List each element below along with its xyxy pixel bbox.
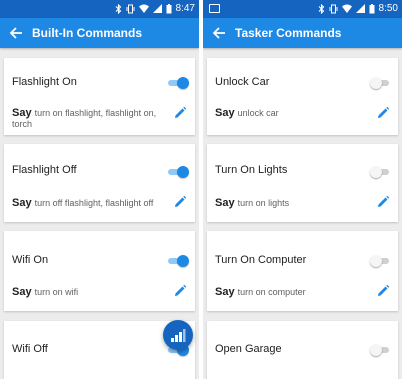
wifi-icon bbox=[341, 4, 352, 13]
phrase-text: turn off flashlight, flashlight off bbox=[34, 198, 154, 208]
arrow-back-icon[interactable] bbox=[211, 25, 227, 41]
say-phrase: Say unlock car bbox=[215, 108, 365, 119]
arrow-back-icon[interactable] bbox=[8, 25, 24, 41]
command-title: Wifi On bbox=[12, 254, 49, 266]
cell-signal-icon bbox=[355, 4, 365, 13]
command-card[interactable]: Open Garage bbox=[207, 321, 398, 379]
pencil-icon[interactable] bbox=[376, 195, 390, 209]
say-phrase: Say turn on lights bbox=[215, 198, 365, 209]
say-label: Say bbox=[215, 286, 235, 298]
image-notification-icon bbox=[209, 4, 220, 13]
command-card[interactable]: Flashlight Off Say turn off flashlight, f… bbox=[4, 144, 195, 222]
wifi-icon bbox=[138, 4, 149, 13]
signal-icon bbox=[171, 329, 186, 342]
phrase-text: turn on computer bbox=[237, 287, 306, 297]
say-label: Say bbox=[12, 286, 32, 298]
app-bar: Built-In Commands bbox=[0, 18, 199, 48]
vibrate-icon bbox=[329, 4, 338, 13]
bluetooth-icon bbox=[318, 3, 324, 14]
command-toggle[interactable] bbox=[167, 255, 189, 267]
status-bar: 8:50 bbox=[203, 0, 402, 18]
battery-icon bbox=[369, 3, 375, 13]
say-phrase: Say turn on computer bbox=[215, 287, 365, 298]
say-label: Say bbox=[12, 197, 32, 209]
tasker-commands-screen: 8:50 Tasker Commands Unlock Car Say unloc… bbox=[203, 0, 402, 379]
command-toggle[interactable] bbox=[167, 77, 189, 89]
say-label: Say bbox=[215, 107, 235, 119]
status-time: 8:50 bbox=[378, 3, 398, 14]
bluetooth-icon bbox=[115, 3, 121, 14]
command-title: Turn On Lights bbox=[215, 164, 288, 176]
built-in-commands-screen: 8:47 Built-In Commands Flashlight On Say… bbox=[0, 0, 199, 379]
app-bar: Tasker Commands bbox=[203, 18, 402, 48]
say-label: Say bbox=[12, 107, 32, 119]
status-bar: 8:47 bbox=[0, 0, 199, 18]
pencil-icon[interactable] bbox=[376, 106, 390, 120]
vibrate-icon bbox=[126, 4, 135, 13]
command-toggle[interactable] bbox=[370, 166, 392, 178]
command-toggle[interactable] bbox=[167, 166, 189, 178]
command-card[interactable]: Wifi On Say turn on wifi bbox=[4, 231, 195, 311]
command-toggle[interactable] bbox=[370, 344, 392, 356]
command-toggle[interactable] bbox=[370, 77, 392, 89]
pencil-icon[interactable] bbox=[173, 195, 187, 209]
command-card[interactable]: Turn On Lights Say turn on lights bbox=[207, 144, 398, 222]
status-time: 8:47 bbox=[175, 3, 195, 14]
say-phrase: Say turn on flashlight, flashlight on, to… bbox=[12, 108, 162, 130]
command-title: Unlock Car bbox=[215, 76, 270, 88]
phrase-text: turn on wifi bbox=[34, 287, 79, 297]
status-icons: 8:47 bbox=[115, 3, 195, 14]
battery-icon bbox=[166, 3, 172, 13]
command-title: Open Garage bbox=[215, 343, 282, 355]
pencil-icon[interactable] bbox=[173, 106, 187, 120]
status-icons: 8:50 bbox=[318, 3, 398, 14]
say-phrase: Say turn off flashlight, flashlight off bbox=[12, 198, 162, 209]
command-title: Wifi Off bbox=[12, 343, 48, 355]
command-title: Flashlight On bbox=[12, 76, 77, 88]
command-toggle[interactable] bbox=[370, 255, 392, 267]
pencil-icon[interactable] bbox=[173, 284, 187, 298]
say-label: Say bbox=[215, 197, 235, 209]
say-phrase: Say turn on wifi bbox=[12, 287, 162, 298]
command-card[interactable]: Unlock Car Say unlock car bbox=[207, 58, 398, 135]
phrase-text: turn on lights bbox=[237, 198, 290, 208]
fab-button[interactable] bbox=[163, 320, 193, 350]
command-card[interactable]: Flashlight On Say turn on flashlight, fla… bbox=[4, 58, 195, 135]
command-title: Flashlight Off bbox=[12, 164, 77, 176]
page-title: Built-In Commands bbox=[32, 26, 142, 40]
pencil-icon[interactable] bbox=[376, 284, 390, 298]
phrase-text: turn on flashlight, flashlight on, torch bbox=[12, 108, 157, 129]
command-card[interactable]: Turn On Computer Say turn on computer bbox=[207, 231, 398, 311]
cell-signal-icon bbox=[152, 4, 162, 13]
page-title: Tasker Commands bbox=[235, 26, 342, 40]
command-title: Turn On Computer bbox=[215, 254, 307, 266]
phrase-text: unlock car bbox=[237, 108, 279, 118]
